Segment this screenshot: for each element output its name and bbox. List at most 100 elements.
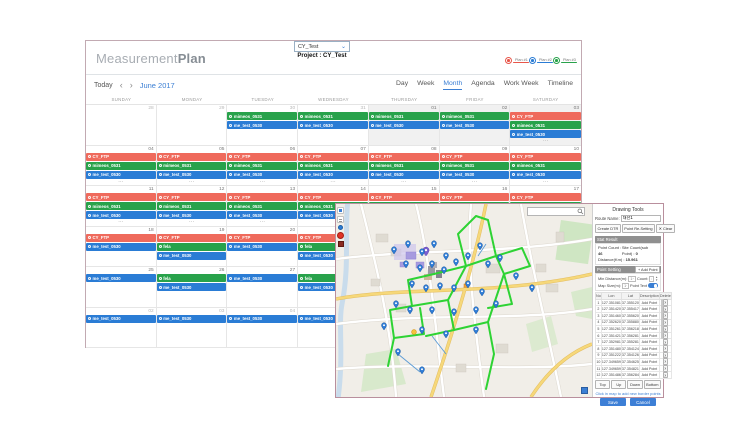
delete-row-button[interactable]: x	[663, 339, 669, 346]
event-bar[interactable]: mimeos_0531	[369, 112, 439, 120]
event-bar[interactable]: CY_FTP	[510, 193, 581, 201]
event-bar[interactable]: mimeos_0531	[227, 202, 297, 210]
more-events-indicator[interactable]: ···	[157, 180, 227, 184]
event-bar[interactable]: mimeos_0531	[298, 112, 368, 120]
event-bar[interactable]: me_test_0530	[298, 171, 368, 179]
day-cell[interactable]: 03me_test_0530	[157, 308, 228, 349]
today-button[interactable]: Today	[94, 82, 113, 89]
event-bar[interactable]: CY_FTP	[157, 153, 227, 161]
event-bar[interactable]: mimeos_0531	[440, 162, 510, 170]
day-cell[interactable]: 02me_test_0530	[86, 308, 157, 349]
day-cell[interactable]: 12CY_FTPmimeos_0531me_test_0530···	[157, 186, 228, 227]
map-hint-link[interactable]: Click in map to add new border points	[593, 391, 663, 396]
day-cell[interactable]: 05CY_FTPmimeos_0531me_test_0530···	[157, 146, 228, 187]
event-bar[interactable]: mimeos_0531	[227, 162, 297, 170]
more-events-indicator[interactable]: ···	[227, 220, 297, 224]
table-row[interactable]: 7127.35298137.355281Add Pointx	[596, 339, 672, 346]
day-cell[interactable]: 13CY_FTPmimeos_0531me_test_0530···	[227, 186, 298, 227]
count-input[interactable]	[649, 276, 654, 282]
day-cell[interactable]: 08CY_FTPmimeos_0531me_test_0530···	[369, 146, 440, 187]
day-cell[interactable]: 06CY_FTPmimeos_0531me_test_0530···	[227, 146, 298, 187]
event-bar[interactable]: me_test_0530	[440, 171, 510, 179]
event-bar[interactable]: me_test_0530	[298, 121, 368, 129]
map-search-input[interactable]	[528, 208, 577, 215]
event-bar[interactable]: me_test_0530	[157, 315, 227, 323]
day-cell[interactable]: 26felame_test_0530	[157, 267, 228, 308]
view-tab-week[interactable]: Week	[417, 80, 434, 90]
map-canvas[interactable]	[336, 204, 592, 397]
day-cell[interactable]: 02mimeos_0531me_test_0530	[440, 105, 511, 146]
more-events-indicator[interactable]: ···	[510, 180, 581, 184]
delete-row-button[interactable]: x	[663, 345, 669, 352]
next-icon[interactable]: ›	[130, 81, 133, 90]
event-bar[interactable]: CY_FTP	[227, 234, 297, 242]
event-bar[interactable]: CY_FTP	[298, 153, 368, 161]
table-row[interactable]: 12127.35148637.356284Add Pointx	[596, 372, 672, 379]
event-bar[interactable]: me_test_0530	[86, 243, 156, 251]
event-bar[interactable]: me_test_0530	[86, 315, 156, 323]
delete-row-button[interactable]: x	[663, 372, 669, 379]
event-bar[interactable]: me_test_0530	[227, 315, 297, 323]
delete-row-button[interactable]: x	[663, 352, 669, 359]
more-events-indicator[interactable]: ···	[86, 220, 156, 224]
event-bar[interactable]: fela	[157, 243, 227, 251]
plan-badge[interactable]: Plan #2	[529, 57, 553, 64]
event-bar[interactable]: me_test_0530	[227, 211, 297, 219]
event-bar[interactable]: me_test_0530	[369, 171, 439, 179]
event-bar[interactable]: fela	[157, 274, 227, 282]
table-row[interactable]: 11127.34965937.354821Add Pointx	[596, 365, 672, 372]
more-events-indicator[interactable]: ···	[510, 139, 581, 143]
table-row[interactable]: 2127.35142037.355417Add Pointx	[596, 306, 672, 313]
day-cell[interactable]: 25me_test_0530	[86, 267, 157, 308]
event-bar[interactable]: mimeos_0531	[86, 202, 156, 210]
day-cell[interactable]: 20CY_FTPme_test_0530	[227, 227, 298, 268]
event-bar[interactable]: CY_FTP	[298, 193, 368, 201]
event-bar[interactable]: mimeos_0531	[440, 112, 510, 120]
event-bar[interactable]: CY_FTP	[86, 153, 156, 161]
day-cell[interactable]: 27me_test_0530	[227, 267, 298, 308]
event-bar[interactable]: CY_FTP	[369, 153, 439, 161]
day-cell[interactable]: 09CY_FTPmimeos_0531me_test_0530···	[440, 146, 511, 187]
fullscreen-button[interactable]	[581, 387, 588, 394]
route-name-input[interactable]	[621, 215, 661, 222]
day-cell[interactable]: 18CY_FTPme_test_0530	[86, 227, 157, 268]
search-icon[interactable]	[577, 208, 584, 215]
plan-badge[interactable]: Plan #3	[553, 57, 577, 64]
day-cell[interactable]: 11CY_FTPmimeos_0531me_test_0530···	[86, 186, 157, 227]
event-bar[interactable]: me_test_0530	[227, 274, 297, 282]
event-bar[interactable]: mimeos_0531	[369, 162, 439, 170]
day-cell[interactable]: 31mimeos_0531me_test_0530	[298, 105, 369, 146]
more-events-indicator[interactable]: ···	[298, 180, 368, 184]
event-bar[interactable]: me_test_0530	[440, 121, 510, 129]
prev-icon[interactable]: ‹	[120, 81, 123, 90]
delete-row-button[interactable]: x	[663, 306, 669, 313]
delete-row-button[interactable]: x	[663, 319, 669, 326]
day-cell[interactable]: 07CY_FTPmimeos_0531me_test_0530···	[298, 146, 369, 187]
view-tab-agenda[interactable]: Agenda	[471, 80, 494, 90]
day-cell[interactable]: 29	[157, 105, 228, 146]
table-row[interactable]: 9127.35122237.354126Add Pointx	[596, 352, 672, 359]
event-bar[interactable]: mimeos_0531	[510, 162, 581, 170]
cancel-button[interactable]: Cancel	[630, 398, 656, 406]
save-button[interactable]: Save	[600, 398, 626, 406]
point-resetting-button[interactable]: Point Re-Setting	[622, 224, 655, 233]
event-bar[interactable]: CY_FTP	[227, 193, 297, 201]
day-cell[interactable]: 19CY_FTPfelame_test_0530	[157, 227, 228, 268]
event-bar[interactable]: CY_FTP	[440, 193, 510, 201]
delete-row-button[interactable]: x	[663, 365, 669, 372]
event-bar[interactable]: mimeos_0531	[510, 121, 581, 129]
delete-row-button[interactable]: x	[663, 299, 669, 306]
event-bar[interactable]: CY_FTP	[157, 193, 227, 201]
plan-badge[interactable]: Plan #1	[505, 57, 529, 64]
table-row[interactable]: 10127.34965937.354625Add Pointx	[596, 359, 672, 366]
bottom-button[interactable]: Bottom	[644, 380, 661, 389]
event-bar[interactable]: CY_FTP	[510, 153, 581, 161]
table-row[interactable]: 3127.35146037.355620Add Pointx	[596, 313, 672, 320]
clear-button[interactable]: ✕ Clear	[656, 224, 675, 233]
event-bar[interactable]: me_test_0530	[227, 171, 297, 179]
view-tab-month[interactable]: Month	[443, 80, 462, 90]
table-row[interactable]: 5127.35126137.356218Add Pointx	[596, 326, 672, 333]
event-bar[interactable]: me_test_0530	[86, 211, 156, 219]
event-bar[interactable]: CY_FTP	[86, 193, 156, 201]
event-bar[interactable]: mimeos_0531	[86, 162, 156, 170]
